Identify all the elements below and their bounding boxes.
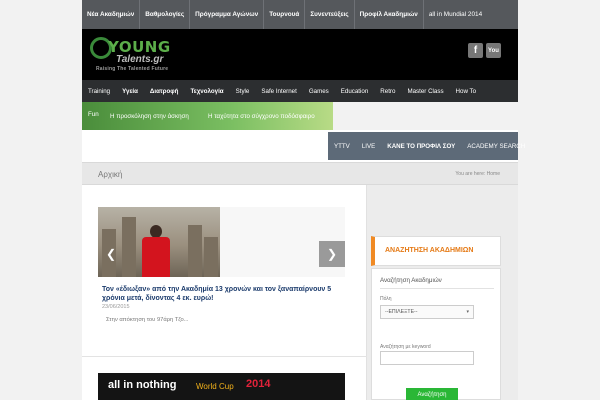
breadcrumb: Αρχική You are here: Home [82,162,518,185]
sub-nav-item-fun[interactable]: Fun [88,111,99,118]
main-nav: Training Υγεία Διατροφή Τεχνολογία Style… [82,80,518,102]
main-nav-item-technology[interactable]: Τεχνολογία [184,80,229,102]
top-nav-item-standings[interactable]: Βαθμολογίες [140,0,191,29]
main-content: ❮ ❯ Τον «έδιωξαν» από την Ακαδημία 13 χρ… [82,185,367,400]
form-heading: Αναζήτηση Ακαδημιών [380,277,442,284]
breadcrumb-trail[interactable]: You are here: Home [455,171,500,177]
widget-title-text: ΑΝΑΖΗΤΗΣΗ ΑΚΑΔΗΜΙΩΝ [385,247,474,254]
academy-search-form: Αναζήτηση Ακαδημιών Πόλη --ΕΠΙΛΕΞΤΕ-- ▾ … [371,268,501,400]
top-nav-item-mundial[interactable]: all in Mundial 2014 [424,0,487,29]
tab-academy-search[interactable]: ACADEMY SEARCH [461,132,531,160]
slider-prev-arrow-icon[interactable]: ❮ [98,241,124,267]
site-logo[interactable]: YOUNG Talents.gr Raising The Talented Fu… [88,35,188,75]
player-shirt [142,237,170,277]
top-nav-item-tournaments[interactable]: Τουρνουά [264,0,306,29]
post-excerpt: Στην απόκτηση του 97άρη Τζο... [106,317,189,323]
site-header: YOUNG Talents.gr Raising The Talented Fu… [82,29,518,80]
content-divider [82,356,367,357]
main-nav-item-master-class[interactable]: Master Class [401,80,449,102]
keyword-input[interactable] [380,351,474,365]
tab-make-profile[interactable]: ΚΑΝΕ ΤΟ ΠΡΟΦΙΛ ΣΟΥ [381,132,461,160]
city-select[interactable]: --ΕΠΙΛΕΞΤΕ-- ▾ [380,305,474,319]
main-nav-item-education[interactable]: Education [335,80,375,102]
top-nav-item-fixtures[interactable]: Πρόγραμμα Αγώνων [190,0,265,29]
post-title-link[interactable]: Τον «έδιωξαν» από την Ακαδημία 13 χρονών… [102,285,342,303]
sub-nav-link-exercise[interactable]: Η προσκόληση στην άσκηση [110,113,189,120]
main-nav-item-safe-internet[interactable]: Safe Internet [255,80,302,102]
top-nav-item-academy-news[interactable]: Νέα Ακαδημιών [82,0,141,29]
main-nav-item-retro[interactable]: Retro [374,80,401,102]
academy-search-widget-title: ΑΝΑΖΗΤΗΣΗ ΑΚΑΔΗΜΙΩΝ [371,236,501,266]
main-nav-item-games[interactable]: Games [303,80,335,102]
logo-text-talents: Talents.gr [116,54,164,65]
logo-tagline: Raising The Talented Future [96,66,169,72]
tab-live[interactable]: LIVE [356,132,381,160]
top-nav-item-academy-profiles[interactable]: Προφίλ Ακαδημιών [355,0,424,29]
banner-text-year: 2014 [246,378,271,390]
top-nav-item-interviews[interactable]: Συνεντεύξεις [305,0,355,29]
main-nav-item-style[interactable]: Style [230,80,256,102]
tab-yttv[interactable]: YTTV [328,132,356,160]
feature-tabs: YTTV LIVE ΚΑΝΕ ΤΟ ΠΡΟΦΙΛ ΣΟΥ ACADEMY SEA… [328,132,525,160]
chevron-down-icon: ▾ [466,309,469,315]
sub-nav: Fun Η προσκόληση στην άσκηση Η ταχύτητα … [82,102,333,130]
youtube-icon[interactable]: You [486,43,501,58]
world-cup-banner[interactable]: all in nothing World Cup 2014 [98,373,345,400]
sub-nav-link-speed[interactable]: Η ταχύτητα στο σύγχρονο ποδόσφαιρο [208,113,315,120]
page-title: Αρχική [98,170,123,179]
slider-next-arrow-icon[interactable]: ❯ [319,241,345,267]
main-nav-item-health[interactable]: Υγεία [116,80,144,102]
post-date: 23/06/2015 [102,304,130,310]
sidebar: ΑΝΑΖΗΤΗΣΗ ΑΚΑΔΗΜΙΩΝ Αναζήτηση Ακαδημιών … [367,185,518,400]
background-building [122,217,136,277]
top-nav: Νέα Ακαδημιών Βαθμολογίες Πρόγραμμα Αγών… [82,0,518,29]
banner-text-all-in-nothing: all in nothing [108,379,177,391]
keyword-label: Αναζήτηση με keyword [380,344,431,350]
banner-text-world-cup: World Cup [196,382,234,391]
main-nav-item-training[interactable]: Training [82,80,116,102]
facebook-icon[interactable]: f [468,43,483,58]
main-nav-item-how-to[interactable]: How To [450,80,483,102]
background-building [204,237,218,277]
background-building [188,225,202,277]
main-nav-item-nutrition[interactable]: Διατροφή [144,80,185,102]
form-divider [380,288,494,289]
search-submit-button[interactable]: Αναζήτηση [406,388,458,400]
city-label: Πόλη [380,296,392,302]
player-figure [142,225,170,277]
city-select-value: --ΕΠΙΛΕΞΤΕ-- [385,309,418,315]
